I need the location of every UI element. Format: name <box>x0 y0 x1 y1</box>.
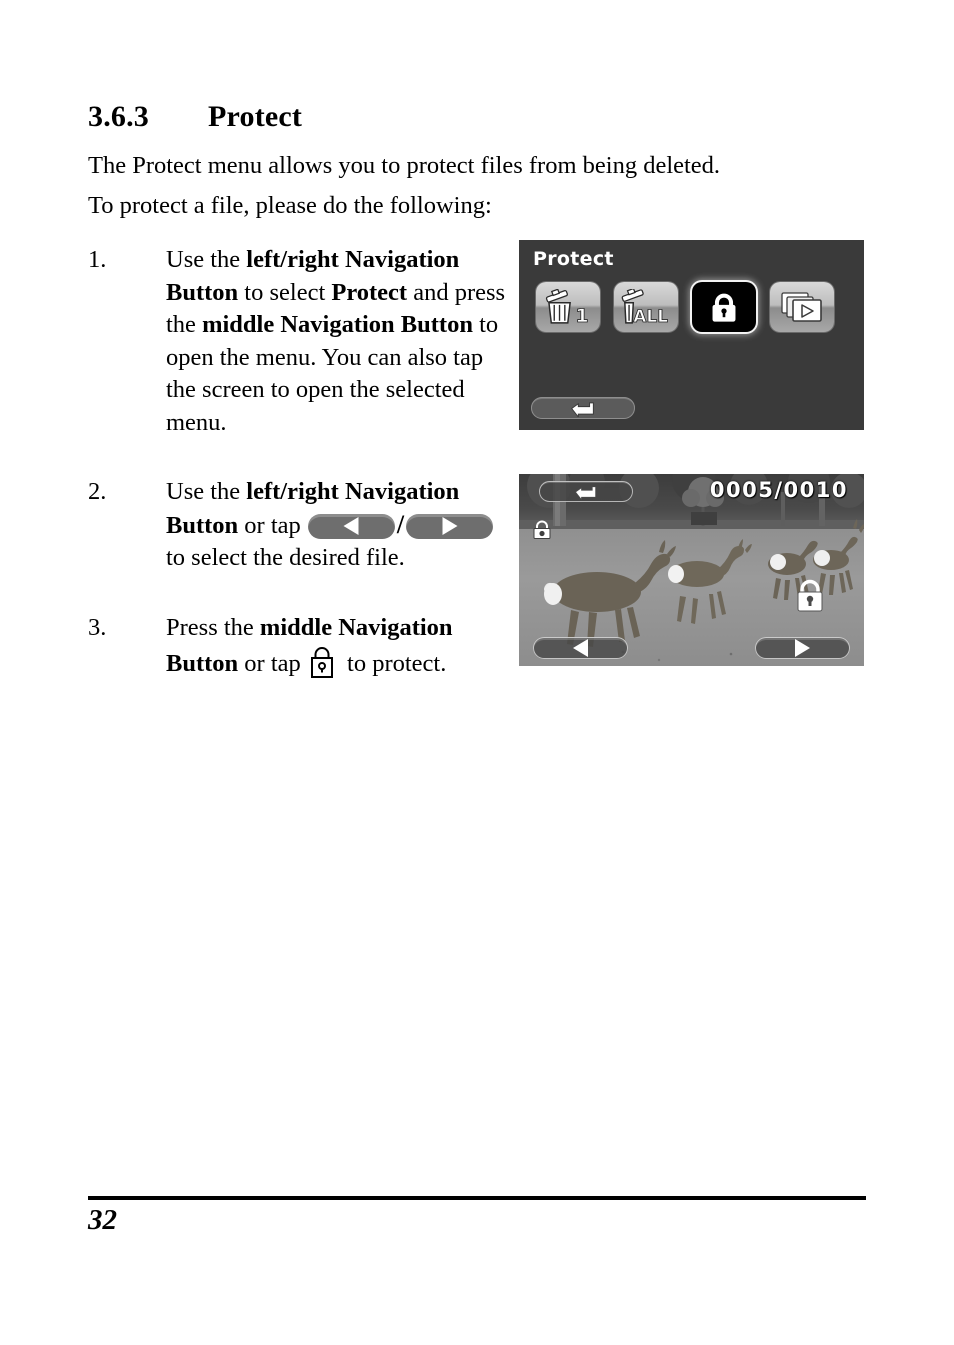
next-file-button[interactable] <box>755 637 850 659</box>
list-item-text: Press the middle Navigation Button or ta… <box>166 612 508 680</box>
step3-text-1: Press the <box>166 614 260 641</box>
menu-icon-row: 1 ALL <box>536 282 834 332</box>
inline-previous-button-graphic <box>307 513 395 539</box>
file-counter: 0005/0010 <box>709 478 848 502</box>
protect-lock-icon[interactable] <box>692 282 756 332</box>
intro-paragraph-1: The Protect menu allows you to protect f… <box>88 152 721 179</box>
step2-text-2: or tap <box>238 511 307 539</box>
photo-playback-screenshot: 0005/0010 <box>519 474 864 666</box>
step1-text-1: Use the <box>166 246 247 273</box>
menu-back-button[interactable] <box>531 397 635 419</box>
menu-title: Protect <box>533 248 614 270</box>
page-title: 3.6.3 Protect <box>88 100 788 134</box>
step1-text-2: to select <box>238 278 332 306</box>
list-item-text: Use the left/right Navigation Button to … <box>166 244 508 439</box>
delete-one-label: 1 <box>575 305 588 325</box>
inline-separator: / <box>396 509 405 539</box>
list-item: 2. Use the left/right Navigation Button … <box>88 476 508 575</box>
list-item: 1. Use the left/right Navigation Button … <box>88 244 508 439</box>
section-title: Protect <box>208 100 303 133</box>
document-page: 3.6.3 Protect The Protect menu allows you… <box>0 0 954 1345</box>
lock-icon <box>307 645 337 679</box>
list-marker: 1. <box>88 246 107 273</box>
right-arrow-icon <box>442 517 458 535</box>
list-marker: 2. <box>88 478 107 505</box>
step2-text-1: Use the <box>166 478 247 505</box>
lock-button[interactable] <box>794 576 826 614</box>
footer-divider <box>88 1196 866 1200</box>
intro-paragraph-2: To protect a file, please do the followi… <box>88 192 492 219</box>
protect-indicator-icon <box>531 520 553 540</box>
step3-text-3: to protect. <box>340 649 447 677</box>
list-item: 3. Press the middle Navigation Button or… <box>88 612 508 680</box>
step3-text-2: or tap <box>238 649 307 677</box>
list-marker: 3. <box>88 614 107 641</box>
delete-all-label: ALL <box>633 306 668 325</box>
page-number: 32 <box>88 1204 117 1236</box>
delete-one-icon[interactable]: 1 <box>536 282 600 332</box>
slideshow-icon[interactable] <box>770 282 834 332</box>
previous-file-button[interactable] <box>533 637 628 659</box>
list-item-text: Use the left/right Navigation Button or … <box>166 476 508 575</box>
delete-all-icon[interactable]: ALL <box>614 282 678 332</box>
left-arrow-icon <box>343 517 359 535</box>
return-icon <box>574 485 597 500</box>
inline-next-button-graphic <box>406 513 494 539</box>
step1-bold-2: Protect <box>331 278 408 306</box>
protect-menu-screenshot: Protect 1 ALL <box>519 240 864 430</box>
left-arrow-icon <box>573 639 588 657</box>
step1-bold-3: middle Navigation Button <box>202 311 473 338</box>
section-number: 3.6.3 <box>88 100 149 133</box>
step2-text-3: to select the desired file. <box>166 544 405 571</box>
return-icon <box>571 401 594 417</box>
right-arrow-icon <box>795 639 810 657</box>
photo-back-button[interactable] <box>539 481 633 502</box>
